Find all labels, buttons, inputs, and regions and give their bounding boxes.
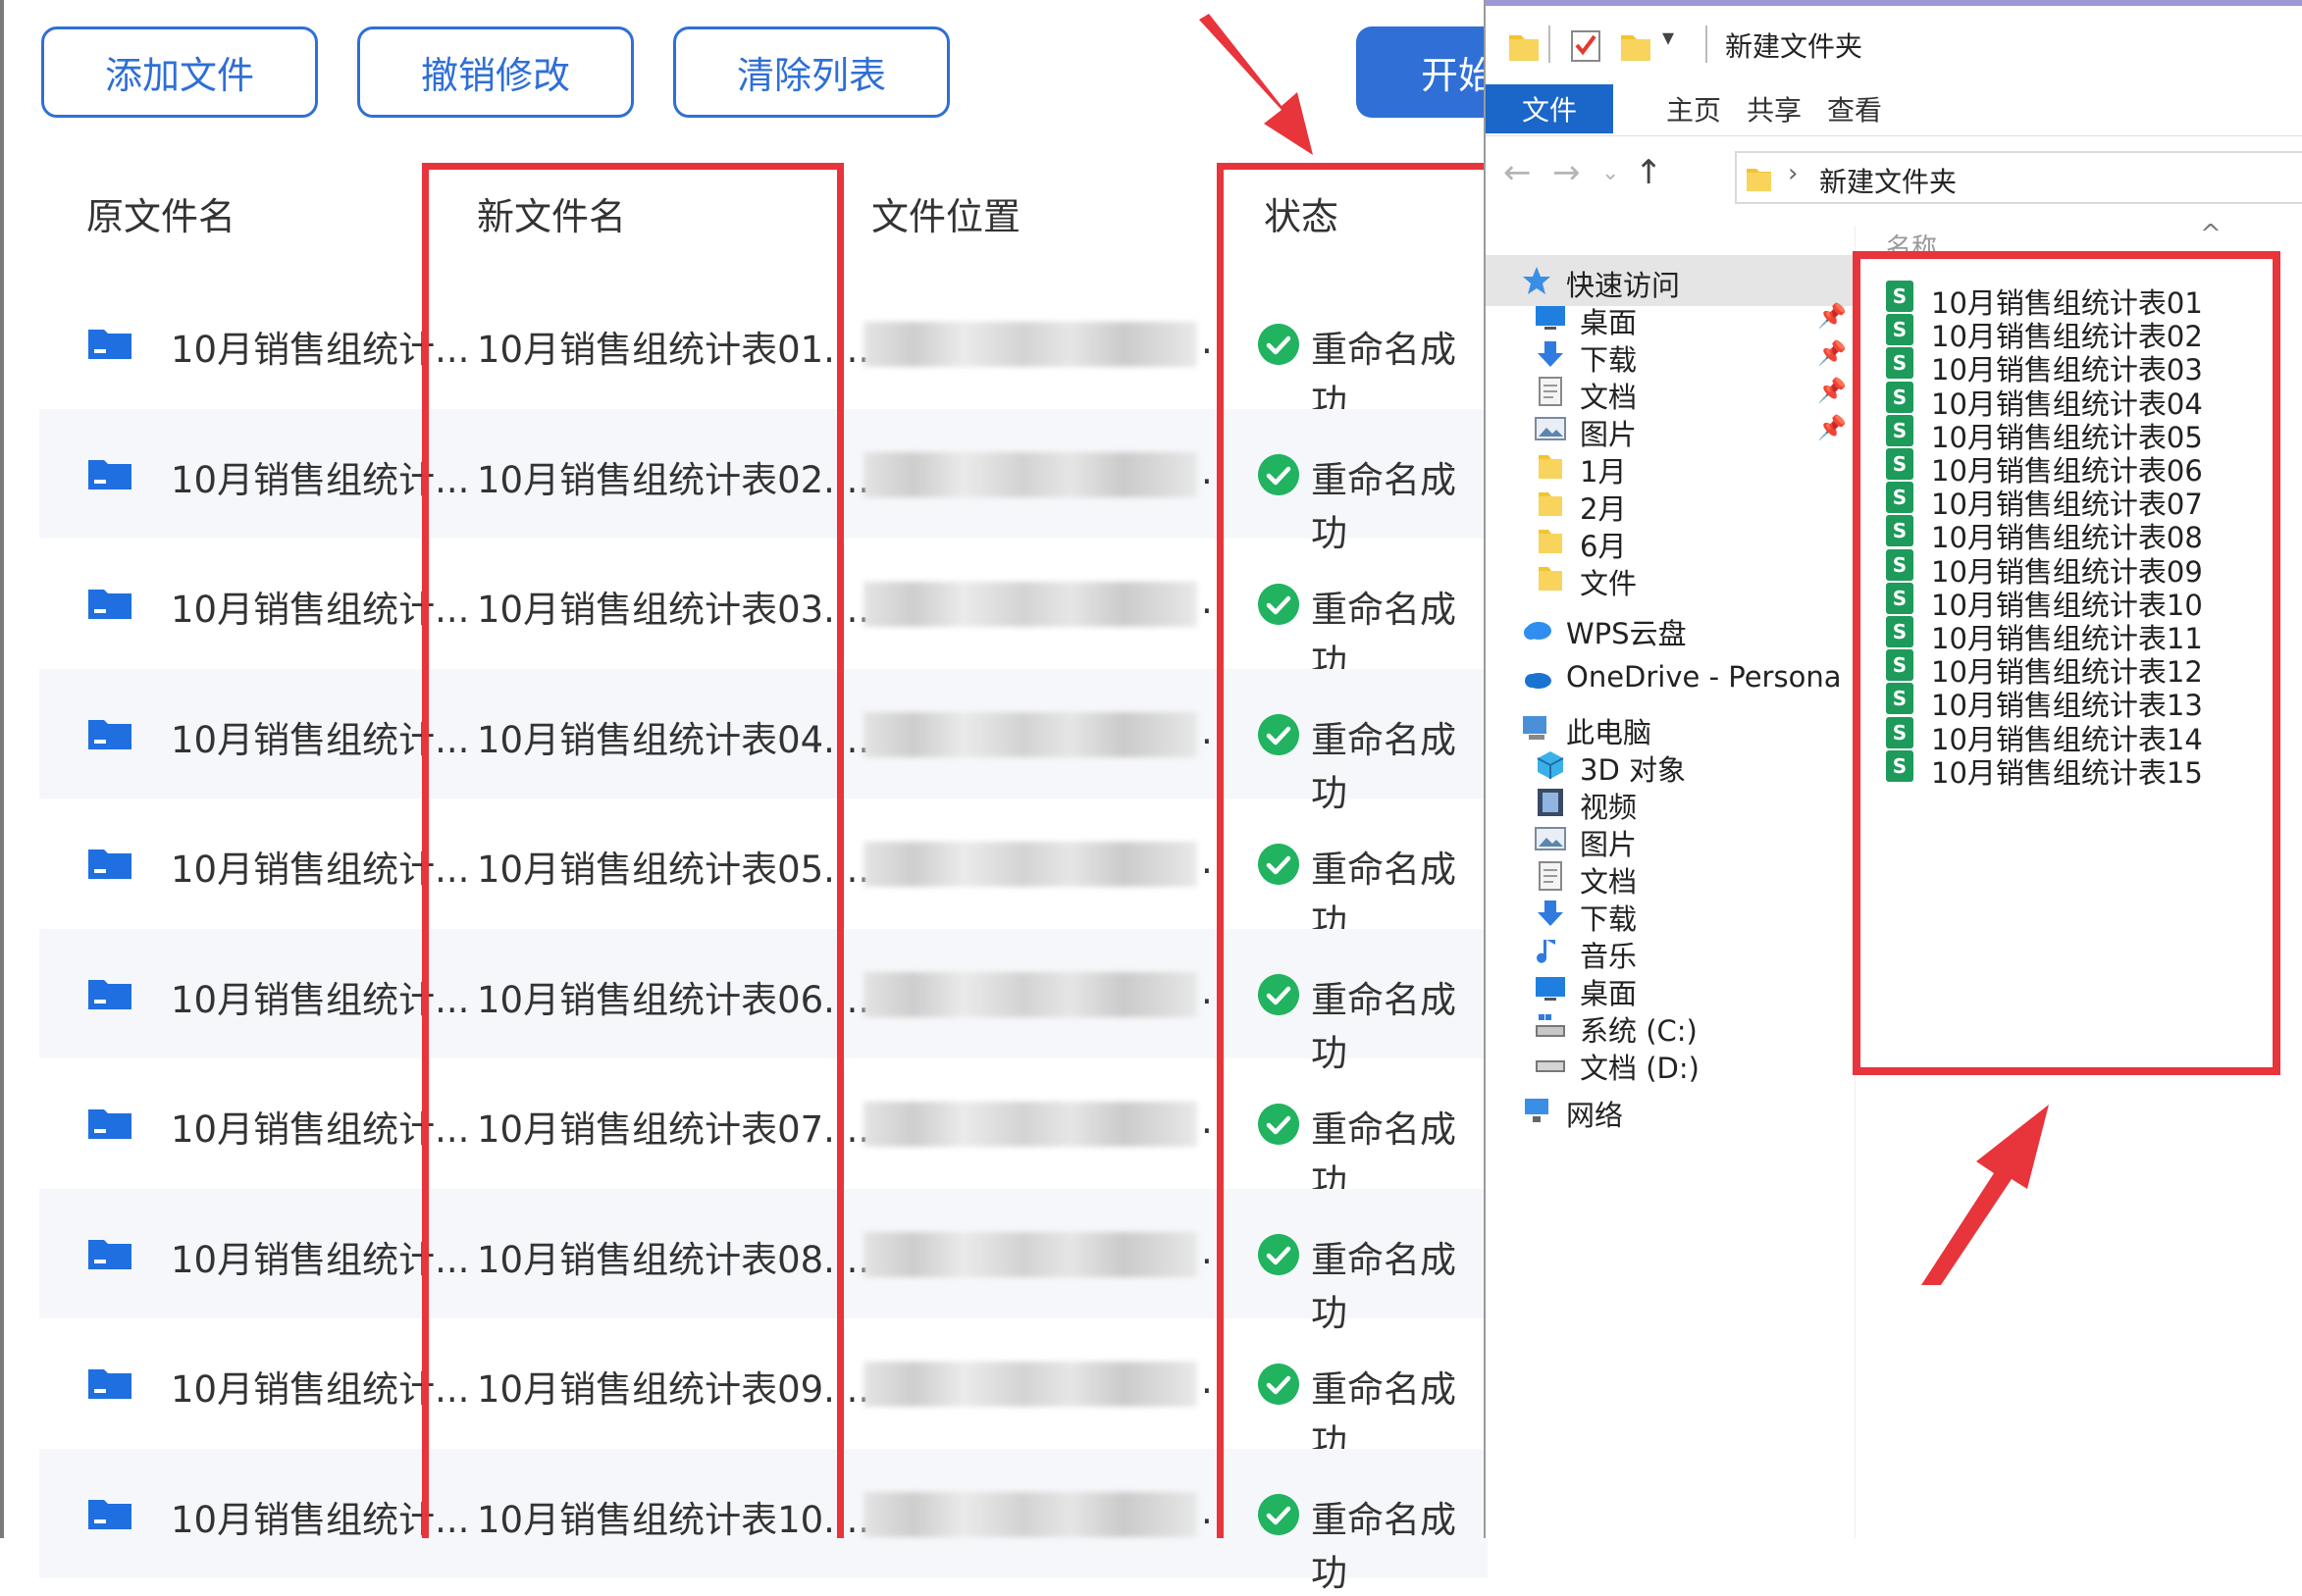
nav-item[interactable]: 网络 bbox=[1486, 1085, 1855, 1136]
pin-icon[interactable]: 📌 bbox=[1817, 377, 1847, 404]
pin-icon[interactable]: 📌 bbox=[1817, 302, 1847, 330]
location-cell-blurred bbox=[863, 451, 1197, 497]
onedrive-icon bbox=[1525, 673, 1551, 689]
pin-icon[interactable]: 📌 bbox=[1817, 414, 1847, 441]
title-divider bbox=[1705, 26, 1707, 63]
nav-item[interactable]: 文件 bbox=[1486, 553, 1855, 604]
properties-check-icon[interactable] bbox=[1570, 26, 1603, 65]
location-cell-blurred bbox=[863, 1102, 1197, 1147]
sort-caret-icon: ^ bbox=[2200, 220, 2222, 249]
location-ellipsis: . bbox=[1201, 1229, 1213, 1272]
location-ellipsis: . bbox=[1201, 1360, 1213, 1402]
folder-icon bbox=[88, 590, 131, 619]
location-ellipsis: . bbox=[1201, 449, 1213, 492]
folder-icon bbox=[1539, 455, 1562, 479]
cube-icon bbox=[1537, 751, 1564, 779]
nav-item-label: 文件 bbox=[1580, 567, 1638, 600]
arrow-annotation-icon bbox=[1921, 1105, 2049, 1285]
location-ellipsis: . bbox=[1201, 840, 1213, 882]
clear-list-button[interactable]: 清除列表 bbox=[673, 26, 950, 118]
folder-icon bbox=[1539, 530, 1562, 553]
header-original-name: 原文件名 bbox=[86, 195, 236, 238]
nav-item-label: OneDrive - Persona bbox=[1566, 660, 1842, 694]
folder-icon bbox=[88, 979, 131, 1009]
new-folder-icon[interactable] bbox=[1619, 26, 1652, 65]
navigation-pane: 快速访问 桌面 📌 下载 📌 文档 📌 图片 📌 1月 2月 6月 文件 WPS云盘 OneDrive - … bbox=[1486, 90, 1855, 1373]
folder-icon bbox=[1539, 567, 1562, 591]
undo-changes-button[interactable]: 撤销修改 bbox=[357, 26, 634, 118]
folder-icon bbox=[88, 459, 131, 489]
location-cell-blurred bbox=[863, 1231, 1197, 1277]
nav-item-label: WPS云盘 bbox=[1566, 617, 1687, 650]
location-ellipsis: . bbox=[1201, 709, 1213, 752]
file-explorer-window: ▾ 新建文件夹 文件 主页 共享 查看 ← → ⌄ ↑ › 新建文件夹 快速访问… bbox=[1484, 0, 2302, 1538]
header-location: 文件位置 bbox=[871, 195, 1021, 238]
location-cell-blurred bbox=[863, 842, 1197, 887]
star-icon bbox=[1523, 267, 1550, 294]
network-icon bbox=[1525, 1099, 1548, 1122]
nav-item-label: 网络 bbox=[1566, 1099, 1624, 1132]
folder-icon bbox=[1539, 492, 1562, 516]
location-ellipsis: . bbox=[1201, 1489, 1213, 1532]
nav-item[interactable]: WPS云盘 bbox=[1486, 603, 1855, 654]
cloud-icon bbox=[1524, 622, 1551, 640]
location-ellipsis: . bbox=[1201, 1100, 1213, 1142]
location-cell-blurred bbox=[863, 1491, 1197, 1537]
location-cell-blurred bbox=[863, 1362, 1197, 1407]
folder-icon[interactable] bbox=[1507, 26, 1541, 65]
folder-icon bbox=[88, 849, 131, 879]
folder-icon bbox=[88, 1109, 131, 1139]
nav-item[interactable]: OneDrive - Persona bbox=[1486, 652, 1855, 703]
document-icon bbox=[1539, 377, 1562, 406]
picture-icon bbox=[1535, 417, 1566, 440]
nav-item-label: 文档 (D:) bbox=[1580, 1052, 1700, 1085]
download-icon bbox=[1538, 341, 1563, 367]
drive-c-icon bbox=[1536, 1014, 1565, 1037]
computer-icon bbox=[1523, 716, 1546, 740]
pin-icon[interactable]: 📌 bbox=[1817, 339, 1847, 367]
customize-qa-dropdown-icon[interactable]: ▾ bbox=[1662, 24, 1674, 51]
location-cell-blurred bbox=[863, 971, 1197, 1017]
highlight-file-list bbox=[1853, 251, 2280, 1075]
video-icon bbox=[1538, 789, 1563, 816]
desktop-icon bbox=[1536, 977, 1565, 1001]
location-ellipsis: . bbox=[1201, 320, 1213, 362]
download-icon bbox=[1538, 901, 1563, 926]
location-cell-blurred bbox=[863, 582, 1197, 627]
location-cell-blurred bbox=[863, 322, 1197, 367]
qa-divider bbox=[1548, 26, 1550, 63]
music-icon bbox=[1537, 940, 1555, 963]
location-cell-blurred bbox=[863, 711, 1197, 757]
arrow-annotation-icon bbox=[1199, 14, 1313, 155]
picture-icon bbox=[1535, 827, 1566, 850]
add-file-button[interactable]: 添加文件 bbox=[41, 26, 318, 118]
location-ellipsis: . bbox=[1201, 969, 1213, 1012]
highlight-status-column bbox=[1217, 163, 1501, 1538]
folder-icon bbox=[88, 719, 131, 749]
window-title: 新建文件夹 bbox=[1725, 30, 1863, 63]
folder-icon bbox=[88, 1239, 131, 1269]
folder-icon bbox=[88, 330, 131, 359]
folder-icon bbox=[88, 1369, 131, 1399]
drive-icon bbox=[1536, 1060, 1565, 1072]
window-accent-bar bbox=[1486, 0, 2302, 6]
desktop-icon bbox=[1536, 306, 1565, 330]
location-ellipsis: . bbox=[1201, 580, 1213, 622]
document-icon bbox=[1539, 861, 1562, 891]
folder-icon bbox=[88, 1499, 131, 1529]
nav-item[interactable]: 文档 (D:) bbox=[1486, 1038, 1855, 1089]
rename-tool-panel: 添加文件 撤销修改 清除列表 开始 原文件名 新文件名 文件位置 状态 10月销… bbox=[0, 0, 1552, 1594]
highlight-new-name-column bbox=[422, 163, 844, 1538]
